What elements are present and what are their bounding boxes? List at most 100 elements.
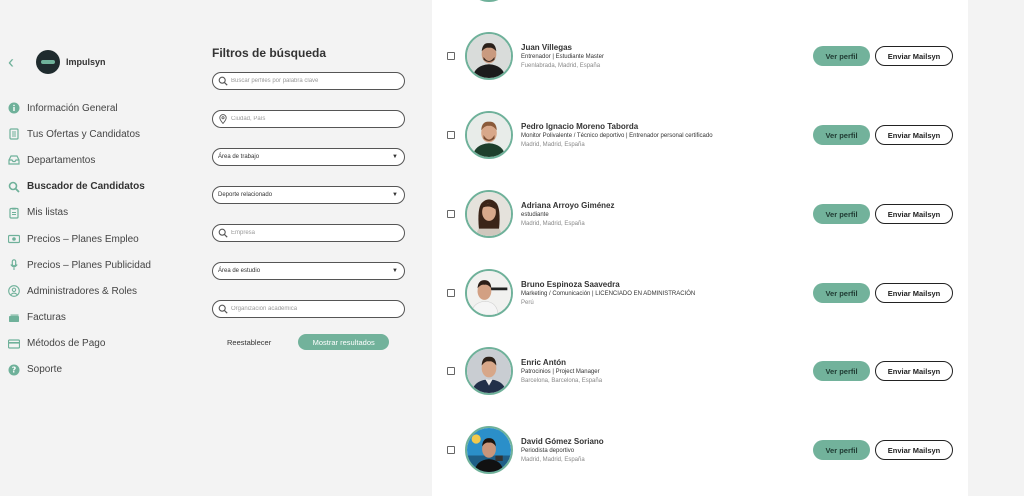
candidate-row: David Gómez Soriano Periodista deportivo… bbox=[432, 420, 968, 480]
location-field[interactable] bbox=[212, 110, 405, 128]
sidebar-item-informacion-general[interactable]: Información General bbox=[8, 95, 196, 121]
send-mailsyn-button[interactable]: Enviar Mailsyn bbox=[875, 361, 953, 381]
sidebar-item-label: Precios – Planes Empleo bbox=[27, 233, 139, 245]
sidebar-item-label: Departamentos bbox=[27, 154, 96, 166]
sidebar-item-soporte[interactable]: ? Soporte bbox=[8, 357, 196, 383]
sidebar-item-departamentos[interactable]: Departamentos bbox=[8, 147, 196, 173]
search-icon bbox=[8, 181, 20, 193]
company-name: Impulsyn bbox=[66, 57, 106, 67]
sidebar-item-ofertas[interactable]: Tus Ofertas y Candidatos bbox=[8, 121, 196, 147]
candidate-row: Bruno Espinoza Saavedra Marketing / Comu… bbox=[432, 263, 968, 323]
sidebar: ‹ Impulsyn Información General Tus Ofert… bbox=[0, 0, 196, 496]
search-icon bbox=[218, 304, 228, 314]
search-icon bbox=[218, 228, 228, 238]
avatar[interactable] bbox=[465, 32, 513, 80]
view-profile-button[interactable]: Ver perfil bbox=[813, 440, 870, 460]
avatar[interactable] bbox=[465, 190, 513, 238]
candidate-location: Madrid, Madrid, España bbox=[521, 457, 585, 463]
users-icon bbox=[8, 285, 20, 298]
sidebar-item-label: Métodos de Pago bbox=[27, 338, 106, 350]
company-field[interactable] bbox=[212, 224, 405, 242]
send-mailsyn-button[interactable]: Enviar Mailsyn bbox=[875, 204, 953, 224]
candidate-row: Juan Villegas Entrenador | Estudiante Ma… bbox=[432, 26, 968, 86]
keyword-search-input[interactable] bbox=[231, 78, 404, 84]
study-area-select[interactable]: Área de estudio ▼ bbox=[212, 262, 405, 280]
avatar[interactable] bbox=[465, 111, 513, 159]
avatar[interactable] bbox=[465, 269, 513, 317]
candidate-info: Juan Villegas Entrenador | Estudiante Ma… bbox=[521, 42, 801, 71]
candidate-location: Barcelona, Barcelona, España bbox=[521, 378, 603, 384]
location-pin-icon bbox=[218, 114, 228, 125]
receipt-icon bbox=[8, 312, 20, 324]
sidebar-menu: Información General Tus Ofertas y Candid… bbox=[8, 95, 196, 383]
candidate-name: Bruno Espinoza Saavedra bbox=[521, 280, 620, 289]
sidebar-item-label: Buscador de Candidatos bbox=[27, 181, 145, 193]
send-mailsyn-button[interactable]: Enviar Mailsyn bbox=[875, 283, 953, 303]
location-input[interactable] bbox=[231, 116, 404, 122]
sport-value: Deporte relacionado bbox=[218, 192, 273, 198]
sidebar-item-precios-publicidad[interactable]: Precios – Planes Publicidad bbox=[8, 252, 196, 278]
candidate-checkbox[interactable] bbox=[447, 210, 455, 218]
candidate-row: Enric Antón Patrocinios | Project Manage… bbox=[432, 341, 968, 401]
show-results-button[interactable]: Mostrar resultados bbox=[298, 334, 390, 350]
candidate-name: Enric Antón bbox=[521, 358, 567, 367]
candidate-role: Entrenador | Estudiante Master bbox=[521, 54, 604, 60]
study-area-value: Área de estudio bbox=[218, 268, 261, 274]
filter-actions: Reestablecer Mostrar resultados bbox=[212, 334, 405, 350]
chevron-down-icon: ▼ bbox=[392, 268, 398, 274]
academic-org-field[interactable] bbox=[212, 300, 405, 318]
candidate-checkbox[interactable] bbox=[447, 446, 455, 454]
svg-text:?: ? bbox=[12, 366, 17, 375]
avatar[interactable] bbox=[465, 426, 513, 474]
candidate-role: Monitor Polivalente / Técnico deportivo … bbox=[521, 133, 713, 139]
candidate-checkbox[interactable] bbox=[447, 52, 455, 60]
money-icon bbox=[8, 233, 20, 245]
avatar[interactable] bbox=[465, 347, 513, 395]
sidebar-item-label: Facturas bbox=[27, 312, 66, 324]
company-logo bbox=[36, 50, 60, 74]
sidebar-item-buscador[interactable]: Buscador de Candidatos bbox=[8, 174, 196, 200]
brand: ‹ Impulsyn bbox=[8, 50, 106, 74]
view-profile-button[interactable]: Ver perfil bbox=[813, 125, 870, 145]
candidate-checkbox[interactable] bbox=[447, 289, 455, 297]
view-profile-button[interactable]: Ver perfil bbox=[813, 46, 870, 66]
info-icon bbox=[8, 102, 20, 114]
candidate-role: estudiante bbox=[521, 212, 549, 218]
reset-button[interactable]: Reestablecer bbox=[227, 338, 271, 347]
candidate-info: Bruno Espinoza Saavedra Marketing / Comu… bbox=[521, 279, 801, 308]
candidate-info: David Gómez Soriano Periodista deportivo… bbox=[521, 436, 801, 465]
sidebar-item-facturas[interactable]: Facturas bbox=[8, 305, 196, 331]
candidate-checkbox[interactable] bbox=[447, 367, 455, 375]
sidebar-item-label: Administradores & Roles bbox=[27, 285, 138, 297]
filters-title: Filtros de búsqueda bbox=[212, 46, 327, 60]
inbox-icon bbox=[8, 154, 20, 166]
sidebar-item-label: Precios – Planes Publicidad bbox=[27, 259, 151, 271]
candidate-info: Enric Antón Patrocinios | Project Manage… bbox=[521, 357, 801, 386]
sidebar-item-label: Tus Ofertas y Candidatos bbox=[27, 128, 141, 140]
view-profile-button[interactable]: Ver perfil bbox=[813, 361, 870, 381]
view-profile-button[interactable]: Ver perfil bbox=[813, 204, 870, 224]
sidebar-item-label: Soporte bbox=[27, 364, 63, 376]
candidate-info: Adriana Arroyo Giménez estudiante Madrid… bbox=[521, 200, 801, 229]
send-mailsyn-button[interactable]: Enviar Mailsyn bbox=[875, 125, 953, 145]
candidate-location: Perú bbox=[521, 300, 534, 306]
send-mailsyn-button[interactable]: Enviar Mailsyn bbox=[875, 440, 953, 460]
search-filters: Filtros de búsqueda Área de trabajo ▼ De… bbox=[212, 46, 405, 350]
candidate-location: Madrid, Madrid, España bbox=[521, 221, 585, 227]
send-mailsyn-button[interactable]: Enviar Mailsyn bbox=[875, 46, 953, 66]
work-area-select[interactable]: Área de trabajo ▼ bbox=[212, 148, 405, 166]
sport-select[interactable]: Deporte relacionado ▼ bbox=[212, 186, 405, 204]
sidebar-item-precios-empleo[interactable]: Precios – Planes Empleo bbox=[8, 226, 196, 252]
view-profile-button[interactable]: Ver perfil bbox=[813, 283, 870, 303]
company-input[interactable] bbox=[231, 230, 404, 236]
work-area-value: Área de trabajo bbox=[218, 154, 260, 160]
back-arrow-icon[interactable]: ‹ bbox=[8, 53, 22, 71]
keyword-search-field[interactable] bbox=[212, 72, 405, 90]
sidebar-item-administradores[interactable]: Administradores & Roles bbox=[8, 278, 196, 304]
sidebar-item-metodos-pago[interactable]: Métodos de Pago bbox=[8, 331, 196, 357]
sidebar-item-label: Información General bbox=[27, 102, 118, 114]
candidate-checkbox[interactable] bbox=[447, 131, 455, 139]
candidate-location: Madrid, Madrid, España bbox=[521, 142, 585, 148]
sidebar-item-mis-listas[interactable]: Mis listas bbox=[8, 200, 196, 226]
academic-org-input[interactable] bbox=[231, 306, 404, 312]
